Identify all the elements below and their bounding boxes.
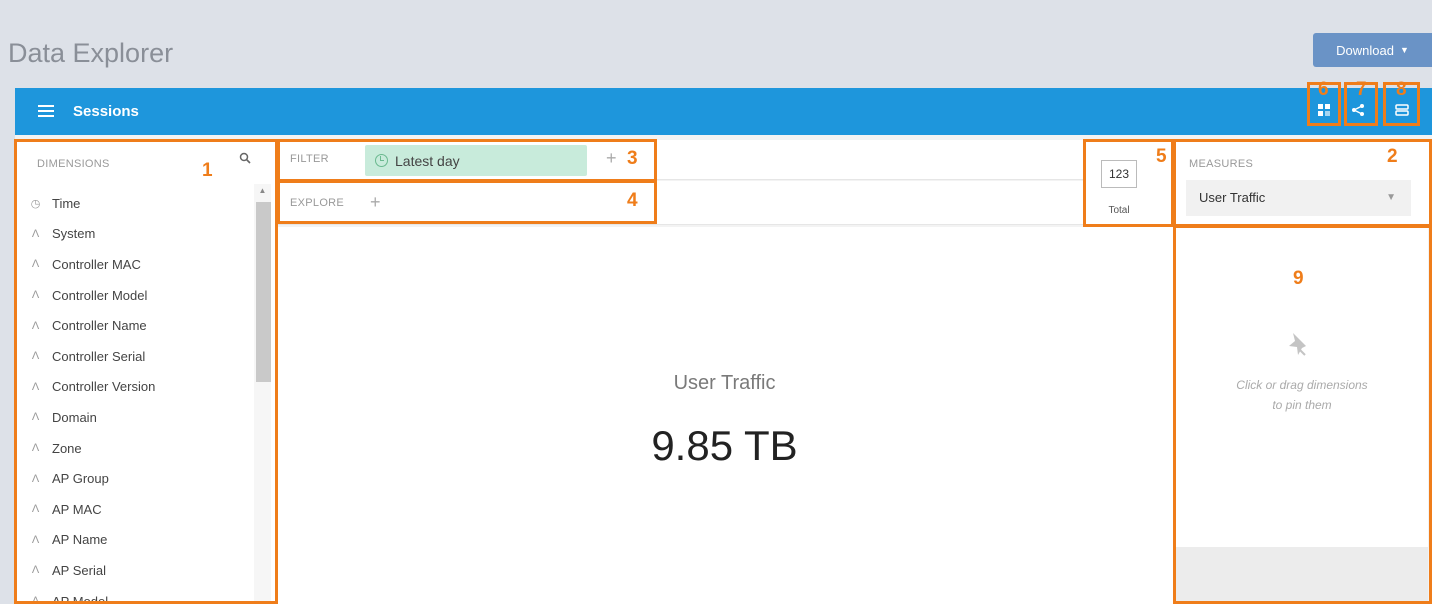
callout-number: 5 (1156, 146, 1167, 167)
caret-down-icon: ▼ (1399, 45, 1409, 55)
page-title: Data Explorer (8, 38, 174, 68)
measure-total-value: 9.85 TB (651, 422, 798, 469)
download-button[interactable]: Download ▼ (1313, 33, 1432, 67)
callout-number: 7 (1356, 79, 1367, 100)
download-label: Download (1336, 42, 1394, 58)
callout-box-explore (277, 180, 657, 224)
callout-box-dimensions (14, 139, 278, 604)
callout-number: 3 (627, 148, 638, 169)
cube-header-bar: Sessions (15, 88, 1432, 135)
visualization-panel: User Traffic 9.85 TB (276, 227, 1173, 604)
callout-number: 1 (202, 160, 213, 181)
callout-box-filter (277, 139, 657, 182)
hamburger-menu-icon[interactable] (38, 105, 54, 117)
measure-name: User Traffic (673, 372, 776, 394)
cube-title: Sessions (73, 103, 139, 120)
callout-number: 8 (1396, 79, 1407, 100)
callout-number: 2 (1387, 146, 1398, 167)
callout-number: 4 (627, 190, 638, 211)
callout-number: 6 (1318, 79, 1329, 100)
callout-number: 9 (1293, 268, 1304, 289)
